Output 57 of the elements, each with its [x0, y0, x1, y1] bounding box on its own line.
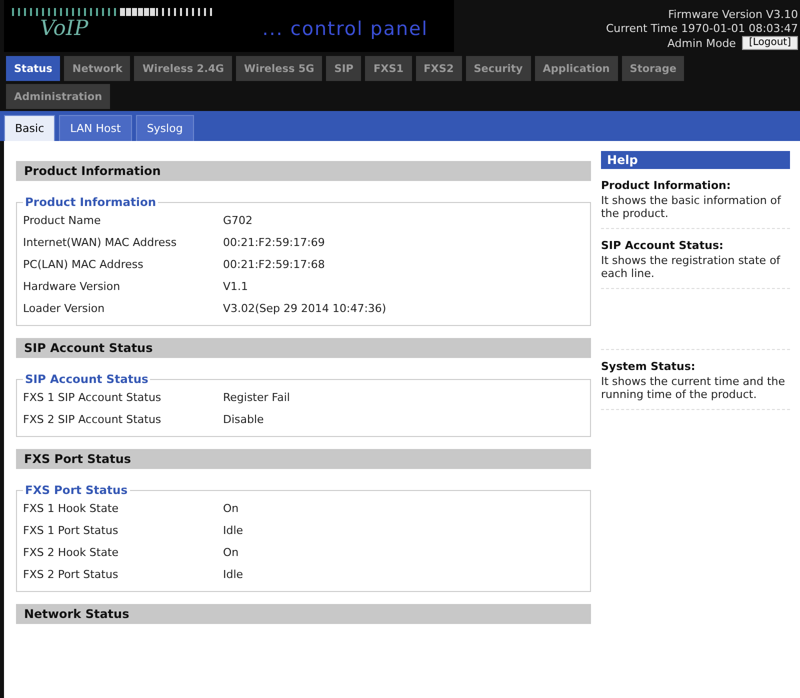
field-label: PC(LAN) MAC Address [23, 258, 144, 270]
help-text: It shows the registration state of each line. [600, 254, 782, 280]
logo-text: VoIP [40, 16, 88, 40]
nav-tab[interactable]: Storage [622, 56, 684, 81]
help-heading: SIP Account Status: [600, 239, 724, 252]
group-legend: SIP Account Status [23, 372, 150, 386]
nav-tab[interactable]: FXS1 [365, 56, 412, 81]
group-legend: FXS Port Status [23, 483, 130, 497]
nav-tab[interactable]: Network [64, 56, 130, 81]
field-label: Product Name [23, 214, 102, 226]
field-value: 00:21:F2:59:17:68 [223, 258, 325, 270]
nav-tab[interactable]: Wireless 5G [236, 56, 322, 81]
nav-tab[interactable]: Application [534, 56, 618, 81]
field-value: 00:21:F2:59:17:69 [223, 236, 325, 248]
tagline: ... control panel [262, 18, 428, 40]
logout-button[interactable]: [Logout] [742, 36, 798, 50]
nav-tab[interactable]: Wireless 2.4G [134, 56, 232, 81]
field-label: Hardware Version [23, 280, 122, 292]
sub-tab[interactable]: Syslog [136, 115, 194, 141]
admin-mode: Admin Mode [667, 36, 736, 50]
dots-icon [12, 8, 212, 16]
nav-tab[interactable]: SIP [326, 56, 362, 81]
field-label: FXS 1 Port Status [23, 524, 120, 536]
help-heading: System Status: [600, 360, 696, 373]
current-time: Current Time 1970-01-01 08:03:47 [606, 22, 798, 35]
sub-tab[interactable]: LAN Host [59, 115, 132, 141]
nav-tab[interactable]: Administration [6, 84, 110, 109]
field-value: V3.02(Sep 29 2014 10:47:36) [223, 302, 386, 314]
nav-tab[interactable]: Security [466, 56, 531, 81]
section-title: Network Status [16, 604, 591, 624]
field-value: Register Fail [223, 390, 290, 404]
section-title: FXS Port Status [16, 449, 591, 469]
section-title: SIP Account Status [16, 338, 591, 358]
sub-tab[interactable]: Basic [4, 115, 56, 141]
field-label: Loader Version [23, 302, 106, 314]
field-value: On [223, 546, 239, 558]
help-text: It shows the basic information of the product. [600, 194, 782, 220]
field-value: On [223, 502, 239, 514]
nav-tab[interactable]: FXS2 [416, 56, 462, 81]
field-label: FXS 1 SIP Account Status [23, 390, 162, 404]
field-value: Idle [223, 568, 244, 580]
field-label: FXS 2 SIP Account Status [23, 412, 162, 426]
field-label: FXS 2 Hook State [23, 546, 120, 558]
firmware-version: Firmware Version V3.10 [668, 8, 798, 21]
help-heading: Product Information: [600, 179, 732, 192]
field-label: FXS 2 Port Status [23, 568, 120, 580]
group-legend: Product Information [23, 195, 158, 209]
section-title: Product Information [16, 161, 591, 181]
field-value: V1.1 [223, 280, 248, 292]
field-value: Disable [223, 412, 264, 426]
help-title: Help [600, 151, 790, 169]
field-label: FXS 1 Hook State [23, 502, 120, 514]
field-value: Idle [223, 524, 244, 536]
field-value: G702 [223, 214, 253, 226]
help-text: It shows the current time and the running time of the product. [600, 375, 786, 401]
field-label: Internet(WAN) MAC Address [23, 236, 178, 248]
nav-tab[interactable]: Status [6, 56, 60, 81]
